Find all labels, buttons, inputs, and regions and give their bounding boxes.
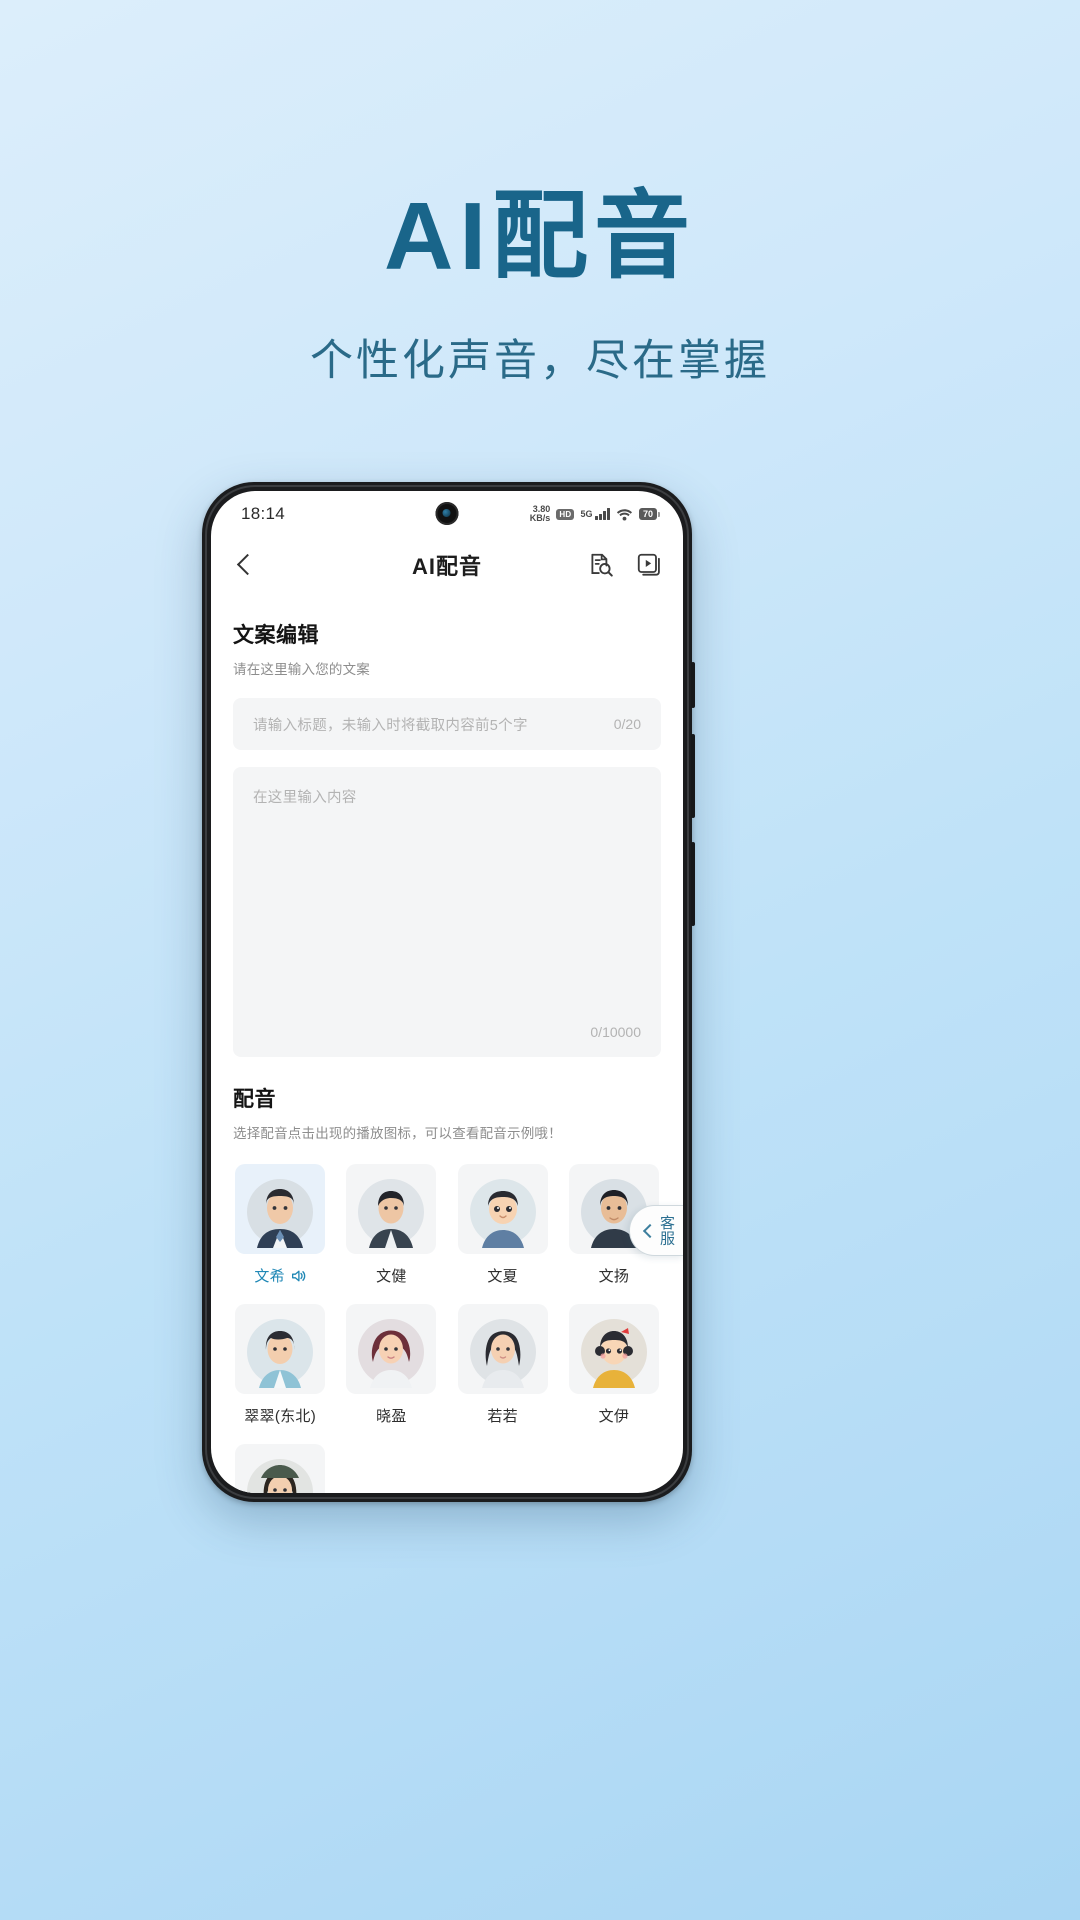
- avatar-woman-hat-icon: [247, 1459, 314, 1493]
- editor-section-heading: 文案编辑: [233, 624, 319, 647]
- signal-strength-icon: [595, 508, 610, 520]
- content-textarea[interactable]: 在这里输入内容 0/10000: [233, 767, 661, 1057]
- avatar-woman-short-icon: [247, 1319, 314, 1388]
- content-textarea-placeholder: 在这里输入内容: [253, 790, 357, 806]
- avatar-woman-long-icon: [469, 1319, 536, 1388]
- avatar: [457, 1164, 548, 1254]
- content-char-counter: 0/10000: [590, 1024, 641, 1040]
- voice-card[interactable]: 文希: [233, 1164, 327, 1286]
- hd-badge-icon: HD: [556, 508, 575, 520]
- network-speed: 3.80 KB/s: [529, 504, 551, 523]
- voice-name: 文扬: [598, 1268, 630, 1285]
- title-input-row[interactable]: 请输入标题，未输入时将截取内容前5个字 0/20: [233, 698, 661, 750]
- battery-icon: 70: [638, 508, 661, 520]
- front-camera-punchhole: [435, 502, 459, 525]
- page-content: 文案编辑 请在这里输入您的文案 请输入标题，未输入时将截取内容前5个字 0/20…: [211, 619, 683, 1493]
- voice-name-row: 文健: [376, 1265, 407, 1286]
- phone-volume-up-button: [691, 734, 695, 818]
- avatar: [568, 1304, 659, 1394]
- phone-mockup: 18:14 3.80 KB/s HD 5G 70 AI配音 文案编辑 请在这里输…: [202, 482, 695, 1502]
- video-library-icon[interactable]: [635, 551, 663, 579]
- avatar: [235, 1444, 326, 1493]
- avatar-boy-icon: [469, 1179, 536, 1248]
- promo-subtitle: 个性化声音，尽在掌握: [310, 337, 770, 386]
- voice-name: 若若: [487, 1408, 518, 1425]
- voice-name-row: 文伊: [599, 1405, 630, 1426]
- voice-card[interactable]: 文伊: [567, 1304, 661, 1426]
- avatar: [346, 1164, 437, 1254]
- customer-service-label: 客服: [658, 1215, 675, 1246]
- voice-name-row: 文希: [254, 1265, 306, 1286]
- voice-section-heading: 配音: [233, 1088, 276, 1111]
- avatar-man-side-icon: [358, 1179, 425, 1248]
- wifi-icon: [616, 508, 632, 520]
- voice-card[interactable]: 文健: [344, 1164, 438, 1286]
- customer-service-tab[interactable]: 客服: [629, 1205, 683, 1256]
- avatar: [235, 1164, 326, 1254]
- voice-card[interactable]: 若若: [456, 1304, 550, 1426]
- phone-volume-down-button: [691, 842, 695, 926]
- editor-section-subheading: 请在这里输入您的文案: [233, 662, 370, 677]
- status-time: 18:14: [241, 504, 286, 523]
- voice-card[interactable]: 翠翠(东北): [233, 1304, 327, 1426]
- avatar-woman-curly-icon: [358, 1319, 425, 1388]
- voice-name: 文健: [376, 1268, 407, 1285]
- avatar-girl-icon: [580, 1319, 647, 1388]
- phone-power-button: [691, 662, 695, 708]
- promo-banner: AI配音 个性化声音，尽在掌握: [0, 0, 1080, 388]
- avatar: [457, 1304, 548, 1394]
- document-search-icon[interactable]: [587, 551, 615, 579]
- phone-screen: 18:14 3.80 KB/s HD 5G 70 AI配音 文案编辑 请在这里输…: [211, 491, 683, 1493]
- promo-title: AI配音: [384, 183, 696, 290]
- header-actions: [587, 551, 663, 579]
- voice-name: 文希: [254, 1268, 285, 1285]
- voice-name: 晓盈: [376, 1408, 407, 1425]
- status-bar: 18:14 3.80 KB/s HD 5G 70: [211, 491, 683, 537]
- voice-section-subheading: 选择配音点击出现的播放图标，可以查看配音示例哦！: [233, 1126, 562, 1141]
- app-header: AI配音: [211, 537, 683, 593]
- avatar-man-suit-icon: [247, 1179, 314, 1248]
- network-speed-unit: KB/s: [529, 513, 551, 523]
- voice-card[interactable]: 晓盈: [344, 1304, 438, 1426]
- voice-card[interactable]: [233, 1444, 327, 1493]
- voice-name-row: 若若: [487, 1405, 518, 1426]
- voice-grid: 文希 文健 文夏 文扬 翠翠(东北) 晓盈 若若 文伊: [233, 1164, 661, 1493]
- avatar: [235, 1304, 326, 1394]
- voice-name-row: 晓盈: [376, 1405, 407, 1426]
- chevron-left-icon: [641, 1222, 654, 1240]
- voice-name-row: 文扬: [599, 1265, 630, 1286]
- network-type-label: 5G: [580, 509, 593, 519]
- voice-name: 翠翠(东北): [244, 1408, 317, 1425]
- avatar: [346, 1304, 437, 1394]
- voice-name-row: 文夏: [487, 1265, 518, 1286]
- status-icons: 3.80 KB/s HD 5G 70: [529, 504, 661, 523]
- voice-name-row: 翠翠(东北): [244, 1405, 316, 1426]
- voice-name: 文夏: [487, 1268, 518, 1285]
- voice-name: 文伊: [598, 1408, 630, 1425]
- title-char-counter: 0/20: [613, 716, 641, 732]
- title-input-placeholder: 请输入标题，未输入时将截取内容前5个字: [253, 717, 528, 734]
- voice-card[interactable]: 文夏: [456, 1164, 550, 1286]
- speaker-wave-icon[interactable]: [290, 1268, 306, 1284]
